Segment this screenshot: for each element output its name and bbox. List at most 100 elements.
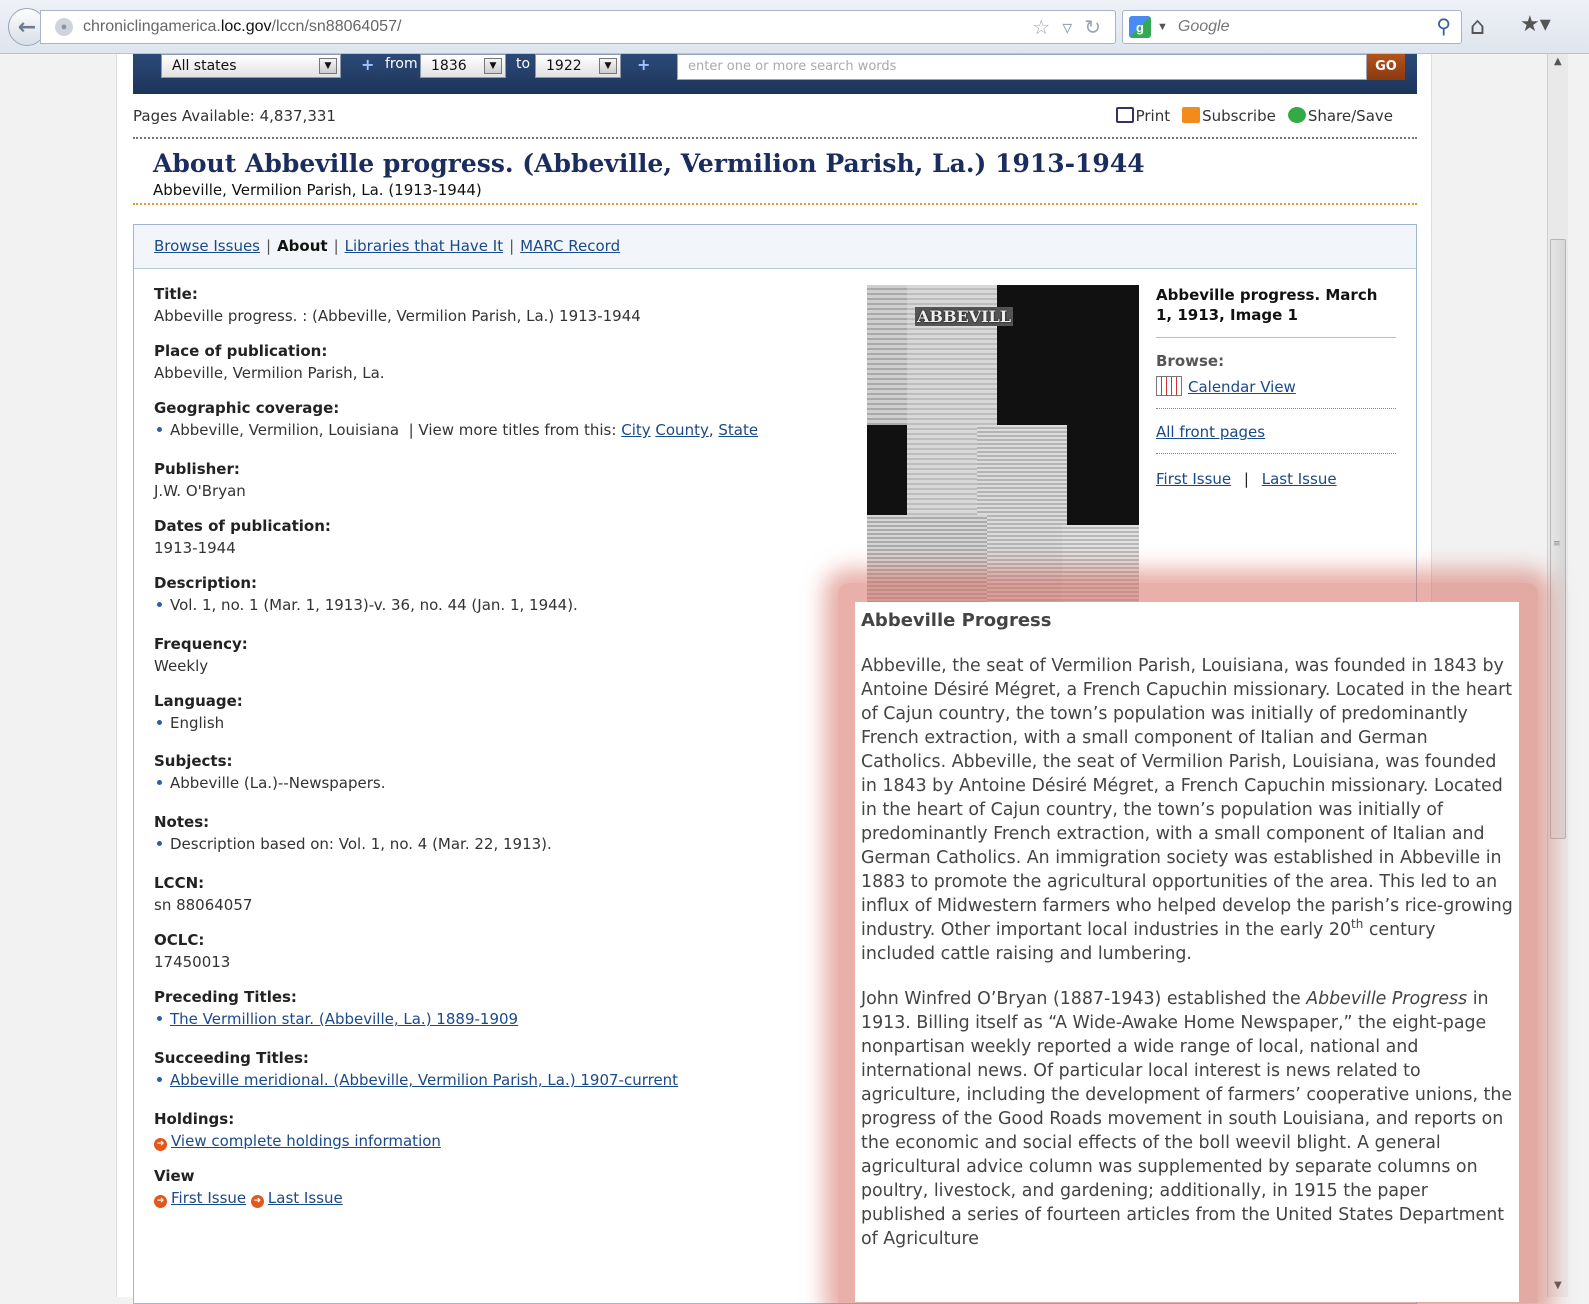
state-link[interactable]: State: [718, 421, 758, 439]
home-icon[interactable]: ⌂: [1470, 12, 1485, 40]
chevron-down-icon[interactable]: ▼: [1157, 21, 1168, 33]
field-label: Notes:: [154, 813, 210, 831]
bookmarks-menu-icon[interactable]: ★▾: [1520, 12, 1551, 37]
to-year-value: 1922: [546, 58, 582, 74]
share-button[interactable]: Share/Save: [1287, 107, 1393, 125]
field-subjects: Subjects: Abbeville (La.)--Newspapers.: [154, 752, 386, 792]
field-publisher: Publisher: J.W. O'Bryan: [154, 460, 246, 500]
rss-icon: [1182, 107, 1201, 123]
field-value: 17450013: [154, 953, 231, 971]
reload-icon[interactable]: ↻: [1084, 15, 1101, 40]
front-page-thumbnail[interactable]: ABBEVILL: [867, 285, 1139, 605]
tab-about[interactable]: About: [277, 237, 328, 255]
holdings-link[interactable]: View complete holdings information: [171, 1132, 441, 1150]
essay-paragraph: Abbeville, the seat of Vermilion Parish,…: [861, 654, 1513, 966]
bullet-icon: [157, 780, 162, 785]
field-preceding: Preceding Titles: The Vermillion star. (…: [154, 988, 518, 1028]
all-front-pages-link[interactable]: All front pages: [1156, 423, 1265, 441]
chevron-down-icon[interactable]: ▼: [599, 58, 617, 74]
succeeding-title-link[interactable]: Abbeville meridional. (Abbeville, Vermil…: [170, 1071, 678, 1089]
bullet-icon: [157, 841, 162, 846]
chevron-down-icon[interactable]: ▼: [484, 58, 502, 74]
essay-text: in 1913. Billing itself as “A Wide-Awake…: [861, 989, 1513, 1249]
field-oclc: OCLC: 17450013: [154, 931, 230, 971]
chevron-down-icon[interactable]: ▼: [319, 58, 337, 74]
scroll-down-icon[interactable]: ▼: [1554, 1280, 1562, 1291]
geo-more-text: | View more titles from this:: [408, 421, 617, 439]
plus-icon[interactable]: +: [637, 55, 650, 74]
browser-search-field[interactable]: g ▼ Google ⚲: [1122, 10, 1462, 44]
scroll-grip-icon: ≡: [1553, 539, 1561, 549]
essay-text: John Winfred O’Bryan (1887-1943) establi…: [861, 989, 1307, 1009]
sidebar-first-issue-link[interactable]: First Issue: [1156, 470, 1231, 488]
view-last-issue-link[interactable]: Last Issue: [268, 1189, 343, 1207]
field-value: Vol. 1, no. 1 (Mar. 1, 1913)-v. 36, no. …: [170, 596, 578, 614]
to-year-select[interactable]: 1922 ▼: [535, 54, 621, 78]
field-value: sn 88064057: [154, 896, 253, 914]
address-bar[interactable]: ● chroniclingamerica.loc.gov/lccn/sn8806…: [40, 10, 1116, 44]
field-value: English: [170, 714, 225, 732]
field-label: Dates of publication:: [154, 517, 331, 535]
field-label: Preceding Titles:: [154, 988, 297, 1006]
field-view: View ➜ First Issue ➜ Last Issue: [154, 1167, 343, 1208]
globe-icon: ●: [55, 18, 73, 36]
search-engine-label: Google: [1177, 18, 1230, 35]
from-year-select[interactable]: 1836 ▼: [420, 54, 506, 78]
essay-text: Abbeville, the seat of Vermilion Parish,…: [861, 656, 1513, 940]
arrow-right-icon: ➜: [154, 1138, 167, 1151]
field-value: Abbeville progress. : (Abbeville, Vermil…: [154, 307, 641, 325]
field-title: Title: Abbeville progress. : (Abbeville,…: [154, 285, 641, 325]
bullet-icon: [157, 1077, 162, 1082]
tab-browse-issues[interactable]: Browse Issues: [154, 237, 260, 255]
tab-libraries[interactable]: Libraries that Have It: [345, 237, 503, 255]
essay-superscript: th: [1351, 917, 1364, 932]
from-label: from: [385, 56, 418, 72]
masthead-text: ABBEVILL: [915, 307, 1014, 326]
go-button[interactable]: GO: [1367, 54, 1405, 80]
page-title: About Abbeville progress. (Abbeville, Ve…: [153, 149, 1145, 178]
vertical-scrollbar[interactable]: ▲ ≡ ▼: [1547, 54, 1568, 1297]
county-link[interactable]: County: [655, 421, 708, 439]
browse-label: Browse:: [1156, 352, 1225, 370]
bullet-icon: [157, 720, 162, 725]
field-notes: Notes: Description based on: Vol. 1, no.…: [154, 813, 552, 853]
plus-icon[interactable]: +: [361, 55, 374, 74]
state-select-value: All states: [172, 58, 237, 74]
link-separator: |: [1243, 470, 1249, 488]
field-label: LCCN:: [154, 874, 205, 892]
field-value: J.W. O'Bryan: [154, 482, 246, 500]
subscribe-label: Subscribe: [1202, 107, 1276, 125]
field-value: Weekly: [154, 657, 209, 675]
preceding-title-link[interactable]: The Vermillion star. (Abbeville, La.) 18…: [170, 1010, 518, 1028]
sidebar-last-issue-link[interactable]: Last Issue: [1262, 470, 1337, 488]
tab-marc-record[interactable]: MARC Record: [520, 237, 620, 255]
field-holdings: Holdings: ➜ View complete holdings inform…: [154, 1110, 441, 1151]
calendar-icon[interactable]: [1156, 376, 1182, 396]
city-link[interactable]: City: [621, 421, 650, 439]
field-label: Geographic coverage:: [154, 399, 340, 417]
printer-icon: [1115, 107, 1134, 123]
field-place: Place of publication: Abbeville, Vermili…: [154, 342, 385, 382]
field-label: Title:: [154, 285, 198, 303]
search-icon[interactable]: ⚲: [1436, 14, 1451, 39]
field-label: Holdings:: [154, 1110, 235, 1128]
bookmark-star-icon[interactable]: ☆: [1032, 15, 1050, 40]
calendar-view-link[interactable]: Calendar View: [1188, 378, 1296, 396]
dropdown-arrow-icon[interactable]: ▿: [1062, 15, 1072, 40]
essay-italic-title: Abbeville Progress: [1306, 989, 1468, 1009]
field-language: Language: English: [154, 692, 243, 732]
keyword-search-input[interactable]: enter one or more search words: [677, 54, 1367, 80]
print-button[interactable]: Print: [1115, 107, 1171, 125]
state-select[interactable]: All states ▼: [161, 54, 341, 78]
field-label: Subjects:: [154, 752, 233, 770]
from-year-value: 1836: [431, 58, 467, 74]
view-first-issue-link[interactable]: First Issue: [171, 1189, 246, 1207]
subscribe-button[interactable]: Subscribe: [1182, 107, 1276, 125]
search-strip: All states ▼ + from 1836 ▼ to 1922 ▼ + e…: [133, 54, 1417, 94]
share-label: Share/Save: [1307, 107, 1393, 125]
url-text: chroniclingamerica.loc.gov/lccn/sn880640…: [83, 18, 402, 35]
scroll-up-icon[interactable]: ▲: [1554, 56, 1562, 67]
field-label: Succeeding Titles:: [154, 1049, 309, 1067]
google-logo-icon: g: [1129, 16, 1151, 38]
print-label: Print: [1135, 107, 1171, 125]
